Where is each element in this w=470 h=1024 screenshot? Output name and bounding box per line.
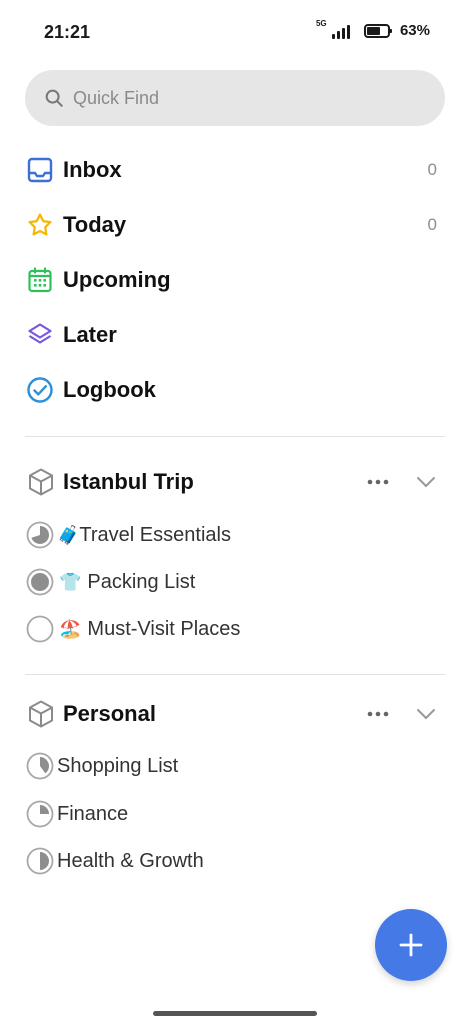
status-time: 21:21: [44, 22, 91, 42]
project-must-visit-places[interactable]: 🏖️ Must-Visit Places: [25, 609, 445, 649]
project-shopping-list[interactable]: Shopping List: [25, 746, 445, 786]
cellular-signal-icon: 5G: [316, 19, 350, 39]
progress-ring-icon: [25, 614, 55, 644]
battery-icon: [363, 23, 392, 38]
nav-today[interactable]: Today 0: [25, 203, 445, 247]
star-icon: [25, 210, 55, 240]
nav-label: Today: [63, 212, 127, 237]
cube-icon: [25, 466, 57, 498]
search-placeholder: Quick Find: [73, 87, 160, 108]
check-circle-icon: [25, 375, 55, 405]
project-packing-list[interactable]: 👕 Packing List: [25, 562, 445, 602]
search-icon: [45, 89, 63, 107]
chevron-down-icon[interactable]: [411, 699, 441, 729]
nav-label: Logbook: [63, 377, 156, 402]
cube-icon: [25, 698, 57, 730]
network-type: 5G: [315, 18, 327, 28]
nav-logbook[interactable]: Logbook: [25, 368, 445, 412]
layers-icon: [25, 320, 55, 350]
status-bar: 21:21 5G 63%: [0, 0, 470, 64]
project-label: Travel Essentials: [79, 523, 231, 546]
area-title: Istanbul Trip: [63, 469, 194, 494]
divider: [25, 436, 445, 437]
chevron-down-icon[interactable]: [411, 467, 441, 497]
project-label: Packing List: [87, 570, 196, 593]
add-button[interactable]: [375, 909, 447, 981]
beach-emoji-icon: 🏖️: [59, 619, 82, 639]
nav-upcoming[interactable]: Upcoming: [25, 258, 445, 302]
progress-ring-icon: [25, 567, 55, 597]
luggage-emoji-icon: 🧳: [57, 525, 80, 545]
more-options-icon[interactable]: [363, 699, 393, 729]
tshirt-emoji-icon: 👕: [59, 572, 82, 592]
area-personal[interactable]: Personal: [25, 692, 445, 736]
battery-percent: 63%: [399, 22, 430, 39]
progress-ring-icon: [25, 846, 55, 876]
calendar-icon: [25, 265, 55, 295]
status-icons: 5G 63%: [316, 19, 430, 40]
nav-label: Later: [63, 322, 117, 347]
project-label: Finance: [57, 802, 129, 825]
home-indicator[interactable]: [153, 1011, 317, 1016]
project-label: Must-Visit Places: [87, 617, 241, 640]
inbox-icon: [25, 155, 55, 185]
nav-count: 0: [427, 215, 437, 234]
project-label: Health & Growth: [57, 849, 204, 872]
quick-find-search[interactable]: Quick Find: [25, 70, 445, 126]
project-travel-essentials[interactable]: 🧳 Travel Essentials: [25, 515, 445, 555]
project-finance[interactable]: Finance: [25, 794, 445, 834]
project-health-growth[interactable]: Health & Growth: [25, 841, 445, 881]
area-title: Personal: [63, 701, 156, 726]
progress-ring-icon: [25, 520, 55, 550]
nav-count: 0: [427, 160, 437, 179]
plus-icon: [399, 933, 423, 957]
progress-ring-icon: [25, 751, 55, 781]
nav-later[interactable]: Later: [25, 313, 445, 357]
divider: [25, 674, 445, 675]
nav-inbox[interactable]: Inbox 0: [25, 148, 445, 192]
project-label: Shopping List: [57, 754, 179, 777]
nav-label: Upcoming: [63, 267, 171, 292]
area-istanbul-trip[interactable]: Istanbul Trip: [25, 460, 445, 504]
progress-ring-icon: [25, 799, 55, 829]
nav-label: Inbox: [63, 157, 122, 182]
more-options-icon[interactable]: [363, 467, 393, 497]
